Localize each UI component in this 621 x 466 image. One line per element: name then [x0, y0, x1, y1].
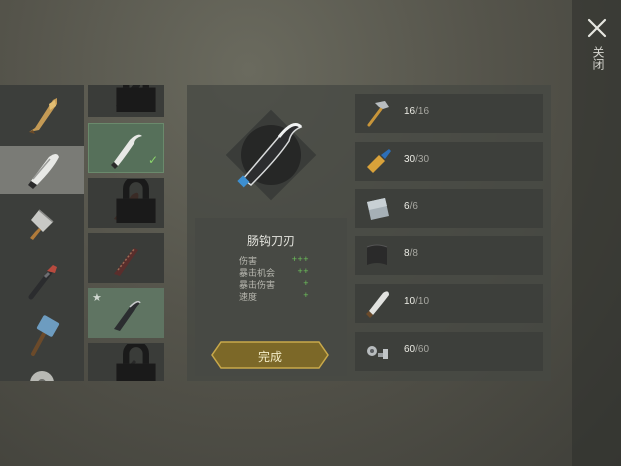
- recipe-item[interactable]: [88, 85, 164, 117]
- done-button[interactable]: 完成: [211, 341, 329, 369]
- spiked-blade-icon: [114, 247, 138, 276]
- crafted-check-icon: ✓: [147, 153, 158, 167]
- material-row[interactable]: 8/8: [355, 236, 543, 275]
- material-count: 16/16: [404, 106, 430, 117]
- category-item-sledgehammer[interactable]: [0, 311, 84, 359]
- favorite-star-icon: ★: [92, 292, 102, 304]
- stat-damage: 伤害 +++: [239, 254, 309, 266]
- stat-label: 伤害: [239, 256, 258, 266]
- glue-icon: [367, 149, 391, 173]
- nuts-bolts-icon: [367, 346, 388, 359]
- material-count: 60/60: [404, 344, 430, 355]
- machete-icon: [28, 154, 59, 189]
- material-row[interactable]: 30/30: [355, 142, 543, 181]
- material-count: 30/30: [404, 154, 430, 165]
- stat-rating: +: [303, 290, 309, 300]
- category-item-saw[interactable]: [0, 356, 84, 381]
- lock-icon: [116, 179, 156, 223]
- material-row[interactable]: 60/60: [355, 332, 543, 371]
- recipe-item[interactable]: [88, 178, 164, 228]
- saw-blade-icon: [30, 371, 54, 381]
- material-count: 10/10: [404, 296, 430, 307]
- stat-label: 速度: [239, 292, 258, 302]
- stat-rating: +++: [291, 254, 309, 264]
- material-count: 6/6: [404, 201, 418, 212]
- done-button-label: 完成: [257, 350, 282, 364]
- close-button[interactable]: [585, 16, 609, 40]
- stat-speed: 速度 +: [239, 290, 309, 302]
- wooden-club-icon: [29, 98, 57, 134]
- lock-icon: [116, 85, 156, 112]
- metal-plate-icon: [367, 198, 389, 220]
- close-label: 关闭: [591, 46, 605, 70]
- stat-crit-chance: 暴击机会 ++: [239, 266, 309, 278]
- category-item-machete[interactable]: [0, 146, 84, 194]
- crowbar-icon: [28, 265, 57, 300]
- recipe-item-selected[interactable]: ✓: [88, 123, 164, 173]
- hammer-icon: [367, 101, 389, 127]
- recipe-item[interactable]: [88, 233, 164, 283]
- recipe-item-favorite[interactable]: ★: [88, 288, 164, 338]
- item-preview: [225, 109, 317, 201]
- close-icon: [587, 18, 607, 38]
- stat-label: 暴击伤害: [239, 280, 276, 290]
- sledgehammer-icon: [31, 315, 60, 356]
- recipe-item[interactable]: [88, 343, 164, 381]
- category-item-crowbar[interactable]: [0, 256, 84, 304]
- leather-icon: [366, 244, 388, 265]
- cleaver-icon: [30, 209, 54, 240]
- category-list: [0, 85, 84, 381]
- recipe-list: ✓ ★: [88, 85, 164, 381]
- material-row[interactable]: 6/6: [355, 189, 543, 228]
- stat-crit-damage: 暴击伤害 +: [239, 278, 309, 290]
- category-item-club[interactable]: [0, 91, 84, 139]
- lock-icon: [116, 344, 156, 381]
- stat-rating: +: [303, 278, 309, 288]
- curved-blade-icon: [114, 300, 141, 331]
- material-row[interactable]: 16/16: [355, 94, 543, 133]
- stat-label: 暴击机会: [239, 268, 276, 278]
- hook-blade-icon: [111, 134, 142, 169]
- item-title: 肠钩刀刃: [246, 234, 295, 248]
- material-count: 8/8: [404, 248, 418, 259]
- stat-rating: ++: [297, 266, 309, 276]
- category-item-cleaver[interactable]: [0, 201, 84, 249]
- material-row[interactable]: 10/10: [355, 284, 543, 323]
- machete-icon: [366, 291, 389, 318]
